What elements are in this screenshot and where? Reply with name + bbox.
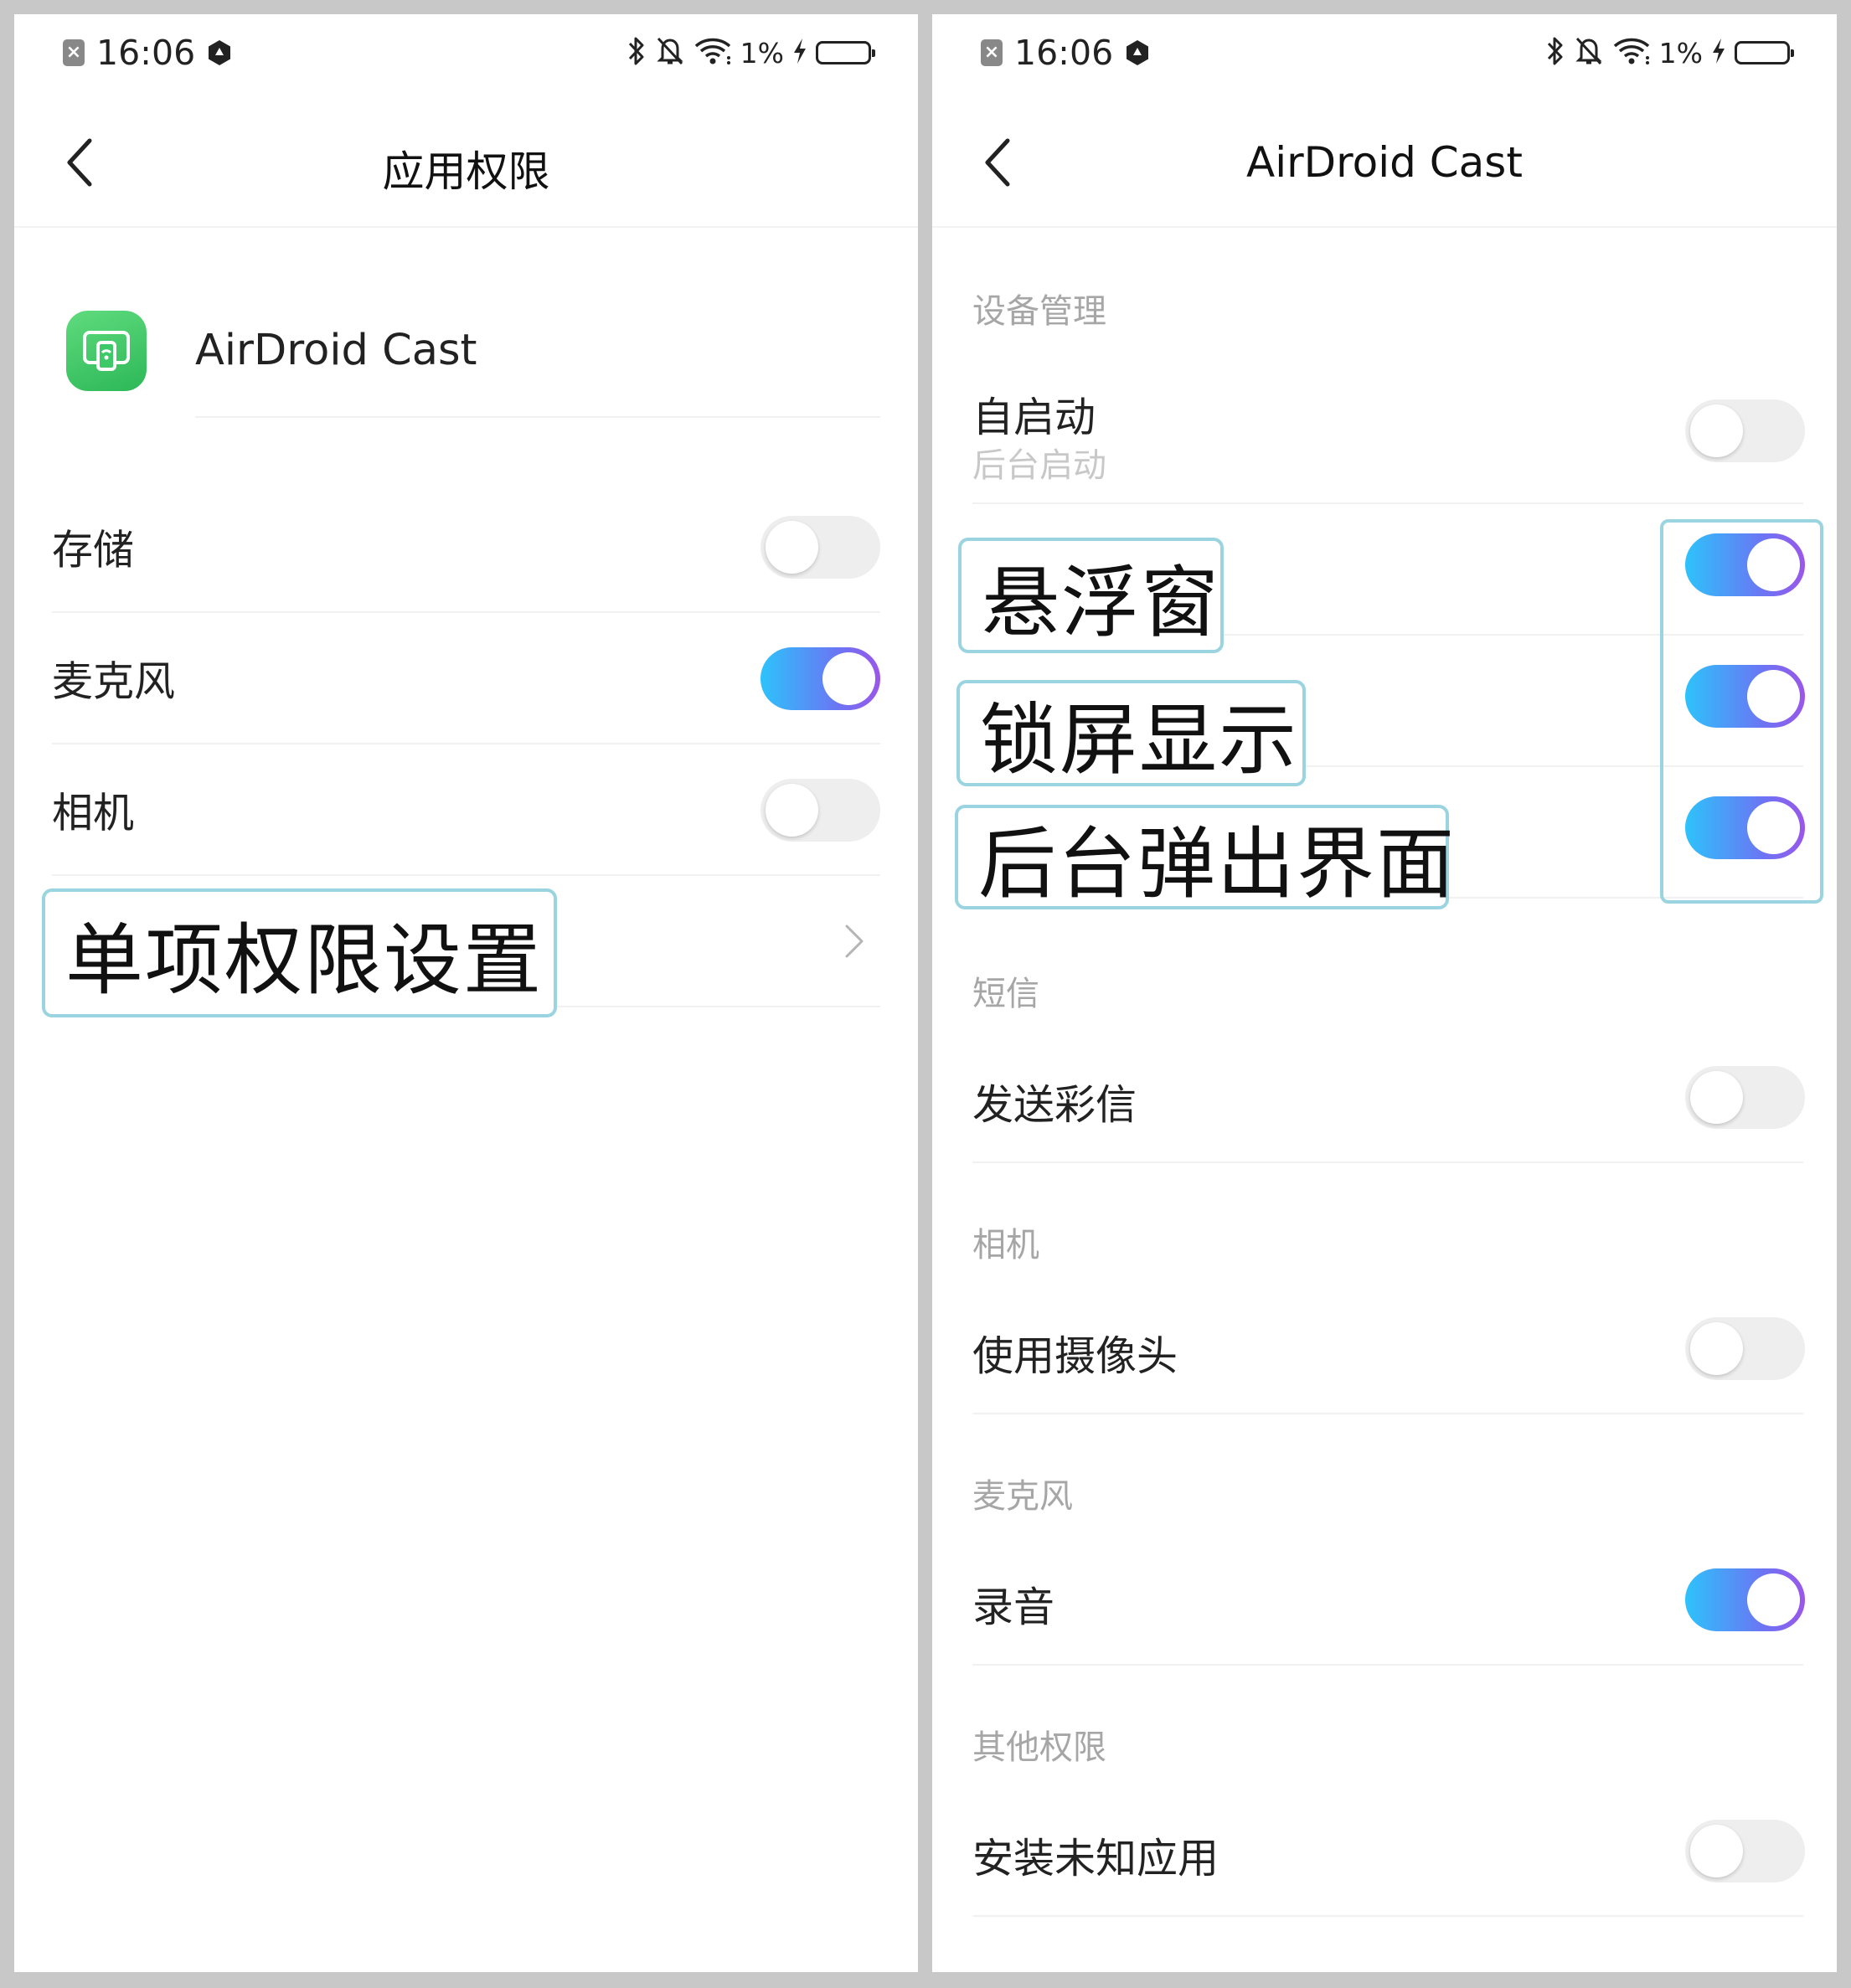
bluetooth-icon: [1544, 35, 1566, 70]
permission-row-use-camera[interactable]: 使用摄像头: [972, 1283, 1805, 1414]
autostart-toggle[interactable]: [1685, 399, 1805, 462]
app-info-row: AirDroid Cast: [14, 291, 918, 418]
permission-row-microphone[interactable]: 麦克风: [52, 613, 880, 744]
divider: [195, 416, 880, 418]
mute-bell-icon: [655, 35, 685, 70]
toggles-highlight-frame: [1660, 519, 1823, 904]
page-title: 应用权限: [382, 147, 550, 196]
vpn-hex-icon: [1123, 39, 1152, 67]
microphone-toggle[interactable]: [761, 646, 880, 710]
airdroid-cast-app-icon: [66, 311, 147, 391]
app-name: AirDroid Cast: [195, 326, 477, 375]
section-header-sms: 短信: [972, 975, 1039, 1013]
permission-label: 相机: [52, 789, 135, 837]
page-title: AirDroid Cast: [1246, 138, 1523, 187]
left-app-permissions-screen: 16:06 1% 应用权限: [14, 14, 918, 1972]
permission-label: 安装未知应用: [972, 1835, 1219, 1882]
callout-background-popup[interactable]: 后台弹出界面: [955, 805, 1454, 909]
permission-label: 发送彩信: [972, 1081, 1137, 1129]
install-unknown-apps-toggle[interactable]: [1685, 1819, 1805, 1882]
battery-icon: [816, 41, 875, 64]
section-header-camera: 相机: [972, 1226, 1039, 1264]
callout-detail-permission-settings[interactable]: 单项权限设置: [42, 888, 557, 1017]
use-camera-toggle[interactable]: [1685, 1316, 1805, 1380]
wifi-icon: [693, 35, 733, 70]
camera-toggle[interactable]: [761, 778, 880, 842]
permission-row-send-mms[interactable]: 发送彩信: [972, 1032, 1805, 1163]
section-header-device-management: 设备管理: [972, 292, 1106, 331]
battery-percent: 1%: [740, 36, 784, 70]
permission-label: 存储: [52, 526, 135, 574]
wifi-icon: [1611, 35, 1652, 70]
callout-floating-window[interactable]: 悬浮窗: [958, 538, 1224, 653]
navigation-header: 应用权限: [14, 98, 918, 228]
permission-label: 使用摄像头: [972, 1332, 1178, 1380]
mute-bell-icon: [1574, 35, 1604, 70]
chevron-right-icon: [843, 923, 865, 963]
send-mms-toggle[interactable]: [1685, 1065, 1805, 1129]
permission-label: 自启动: [972, 394, 1096, 441]
permission-sublabel: 后台启动: [972, 446, 1106, 485]
status-time: 16:06: [96, 33, 196, 73]
sim-error-icon: [63, 39, 85, 66]
sim-error-icon: [981, 39, 1003, 66]
battery-icon: [1735, 41, 1794, 64]
status-time: 16:06: [1014, 33, 1114, 73]
section-header-other-permissions: 其他权限: [972, 1728, 1106, 1767]
charging-bolt-icon: [1710, 37, 1727, 69]
permission-row-autostart[interactable]: 自启动 后台启动: [972, 358, 1805, 504]
right-airdroid-cast-permissions-screen: 16:06 1% AirDroid Cast: [932, 14, 1837, 1972]
status-bar: 16:06 1%: [14, 14, 918, 90]
vpn-hex-icon: [205, 39, 234, 67]
record-audio-toggle[interactable]: [1685, 1568, 1805, 1631]
storage-toggle[interactable]: [761, 515, 880, 579]
status-bar: 16:06 1%: [932, 14, 1837, 90]
permission-label: 麦克风: [52, 657, 176, 705]
battery-percent: 1%: [1658, 36, 1703, 70]
permission-row-storage[interactable]: 存储: [52, 482, 880, 613]
permission-label: 录音: [972, 1584, 1055, 1631]
callout-lock-screen-display[interactable]: 锁屏显示: [956, 680, 1306, 786]
section-header-microphone: 麦克风: [972, 1477, 1073, 1516]
charging-bolt-icon: [791, 37, 808, 69]
permission-row-install-unknown-apps[interactable]: 安装未知应用: [972, 1785, 1805, 1917]
navigation-header: AirDroid Cast: [932, 98, 1837, 228]
bluetooth-icon: [626, 35, 647, 70]
permission-row-record-audio[interactable]: 录音: [972, 1534, 1805, 1666]
permission-row-camera[interactable]: 相机: [52, 744, 880, 876]
